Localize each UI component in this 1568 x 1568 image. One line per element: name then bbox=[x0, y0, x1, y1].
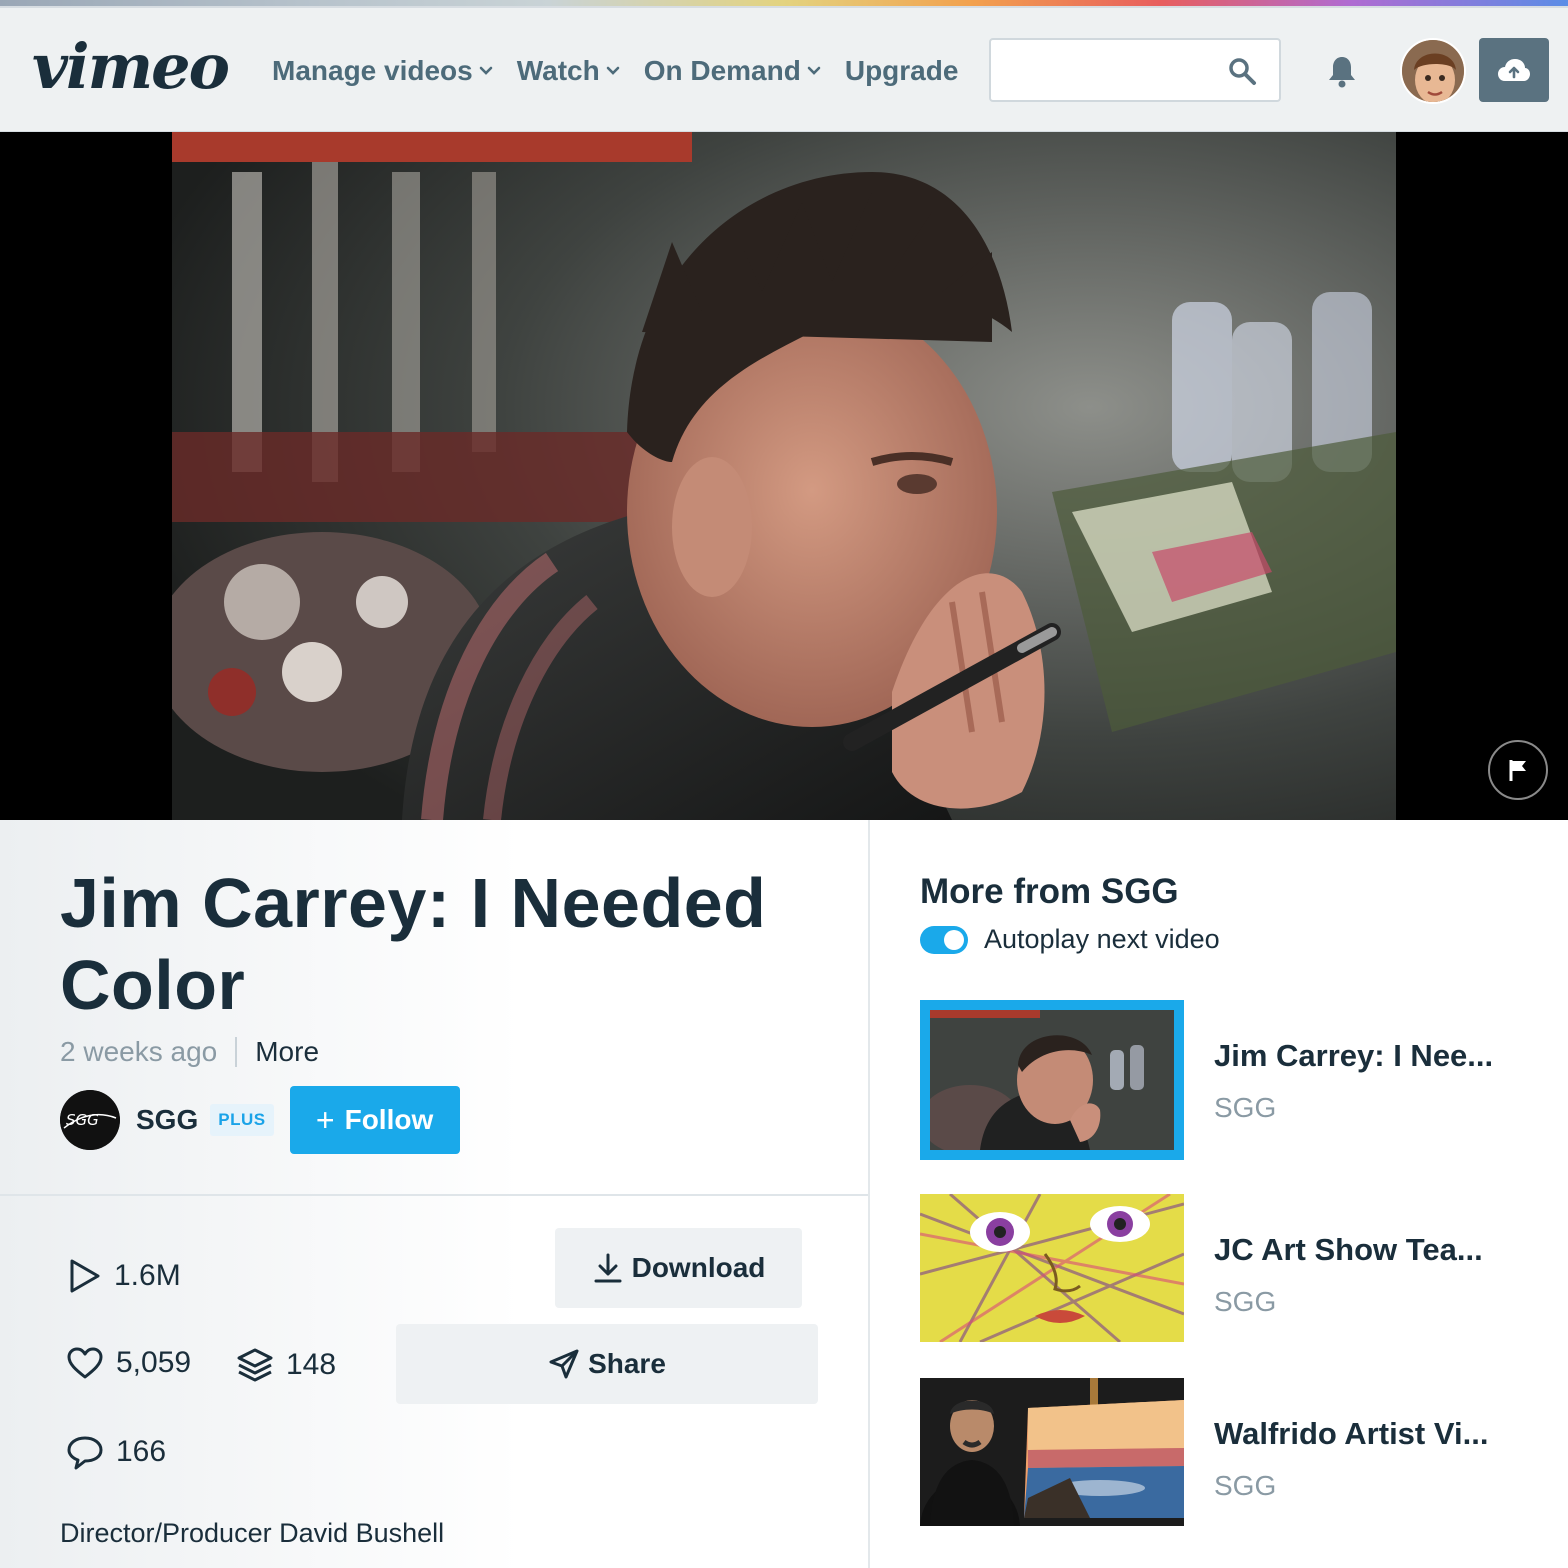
nav-upgrade-label: Upgrade bbox=[844, 55, 959, 86]
owner-name[interactable]: SGG bbox=[136, 1104, 198, 1136]
nav-watch-label: Watch bbox=[516, 55, 600, 86]
list-item-title[interactable]: Walfrido Artist Vi... bbox=[1214, 1416, 1488, 1452]
likes-stat[interactable]: 5,059 bbox=[66, 1346, 191, 1380]
download-label: Download bbox=[631, 1252, 766, 1283]
heart-icon bbox=[67, 1347, 103, 1379]
nav-upgrade[interactable]: Upgrade bbox=[845, 52, 959, 90]
nav-manage-videos-label: Manage videos bbox=[272, 55, 473, 86]
svg-text:SGG: SGG bbox=[66, 1111, 99, 1129]
autoplay-toggle[interactable] bbox=[920, 925, 968, 954]
search-box bbox=[989, 38, 1281, 102]
nav-on-demand-label: On Demand bbox=[643, 55, 801, 86]
nav-watch[interactable]: Watch bbox=[517, 52, 620, 90]
more-from-sidebar: More from SGG Autoplay next video Jim Ca… bbox=[870, 820, 1568, 1568]
autoplay-label: Autoplay next video bbox=[984, 924, 1220, 954]
chevron-down-icon bbox=[807, 66, 821, 75]
upload-button[interactable] bbox=[1479, 38, 1549, 102]
plays-count: 1.6M bbox=[114, 1259, 181, 1292]
plus-icon: + bbox=[315, 1101, 335, 1138]
share-button[interactable]: Share bbox=[396, 1324, 818, 1404]
upload-cloud-icon bbox=[1498, 59, 1530, 81]
list-item-title[interactable]: JC Art Show Tea... bbox=[1214, 1232, 1483, 1268]
share-send-icon bbox=[549, 1349, 579, 1379]
main-nav: Manage videos Watch On Demand Upgrade bbox=[272, 52, 982, 90]
vimeo-logo[interactable]: vimeo bbox=[30, 28, 240, 108]
thumbnail-image bbox=[920, 1378, 1184, 1526]
flag-icon bbox=[1509, 760, 1526, 781]
thumbnail[interactable] bbox=[920, 1194, 1184, 1342]
chevron-down-icon bbox=[606, 66, 620, 75]
svg-text:vimeo: vimeo bbox=[32, 30, 229, 103]
collections-count: 148 bbox=[286, 1348, 337, 1381]
section-divider bbox=[0, 1194, 868, 1196]
sidebar-title: More from SGG bbox=[920, 872, 1179, 911]
comment-icon bbox=[67, 1436, 103, 1470]
comments-stat[interactable]: 166 bbox=[66, 1434, 166, 1470]
list-item[interactable]: JC Art Show Tea... SGG bbox=[920, 1194, 1520, 1354]
play-icon bbox=[70, 1259, 100, 1293]
share-label: Share bbox=[588, 1348, 666, 1379]
more-link[interactable]: More bbox=[255, 1036, 319, 1068]
video-frame[interactable] bbox=[172, 132, 1396, 820]
list-item[interactable]: Walfrido Artist Vi... SGG bbox=[920, 1378, 1520, 1538]
top-color-bar bbox=[0, 0, 1568, 8]
video-meta: 2 weeks ago More bbox=[60, 1036, 319, 1068]
likes-count: 5,059 bbox=[116, 1346, 192, 1379]
plays-stat: 1.6M bbox=[66, 1258, 181, 1294]
list-item[interactable]: Jim Carrey: I Nee... SGG bbox=[920, 1000, 1520, 1160]
video-title: Jim Carrey: I Needed Color bbox=[60, 864, 767, 1024]
video-player[interactable] bbox=[0, 132, 1568, 820]
list-item-title[interactable]: Jim Carrey: I Nee... bbox=[1214, 1038, 1493, 1074]
video-credits: Director/Producer David Bushell bbox=[60, 1518, 445, 1548]
collections-stat[interactable]: 148 bbox=[236, 1346, 336, 1384]
owner-avatar[interactable]: SGG bbox=[60, 1090, 120, 1150]
plus-badge: PLUS bbox=[210, 1104, 274, 1136]
thumbnail[interactable] bbox=[920, 1378, 1184, 1526]
follow-label: Follow bbox=[344, 1104, 434, 1135]
owner-row: SGG SGG PLUS + Follow bbox=[60, 1086, 460, 1154]
list-item-owner[interactable]: SGG bbox=[1214, 1286, 1276, 1318]
layers-icon bbox=[237, 1348, 273, 1382]
video-info: Jim Carrey: I Needed Color 2 weeks ago M… bbox=[0, 820, 870, 1568]
download-icon bbox=[594, 1253, 622, 1283]
avatar-face-image bbox=[1402, 40, 1464, 102]
avatar[interactable] bbox=[1400, 38, 1466, 104]
meta-separator bbox=[235, 1037, 238, 1067]
report-flag-button[interactable] bbox=[1488, 740, 1548, 800]
thumbnail-image bbox=[920, 1194, 1184, 1342]
search-input[interactable] bbox=[991, 40, 1211, 100]
autoplay-row: Autoplay next video bbox=[920, 924, 1220, 955]
sgg-logo-icon: SGG bbox=[60, 1090, 120, 1150]
download-button[interactable]: Download bbox=[555, 1228, 802, 1308]
top-header: vimeo Manage videos Watch On Demand Upgr… bbox=[0, 8, 1568, 132]
follow-button[interactable]: + Follow bbox=[289, 1086, 460, 1154]
upload-date: 2 weeks ago bbox=[60, 1036, 218, 1067]
nav-manage-videos[interactable]: Manage videos bbox=[272, 52, 493, 90]
list-item-owner[interactable]: SGG bbox=[1214, 1470, 1276, 1502]
bell-icon[interactable] bbox=[1326, 54, 1358, 88]
comments-count: 166 bbox=[116, 1435, 167, 1468]
thumbnail-image bbox=[930, 1010, 1174, 1150]
chevron-down-icon bbox=[479, 66, 493, 75]
thumbnail-active[interactable] bbox=[920, 1000, 1184, 1160]
video-still-image bbox=[172, 132, 1396, 820]
list-item-owner[interactable]: SGG bbox=[1214, 1092, 1276, 1124]
search-icon[interactable] bbox=[1227, 56, 1257, 86]
nav-on-demand[interactable]: On Demand bbox=[644, 52, 821, 90]
